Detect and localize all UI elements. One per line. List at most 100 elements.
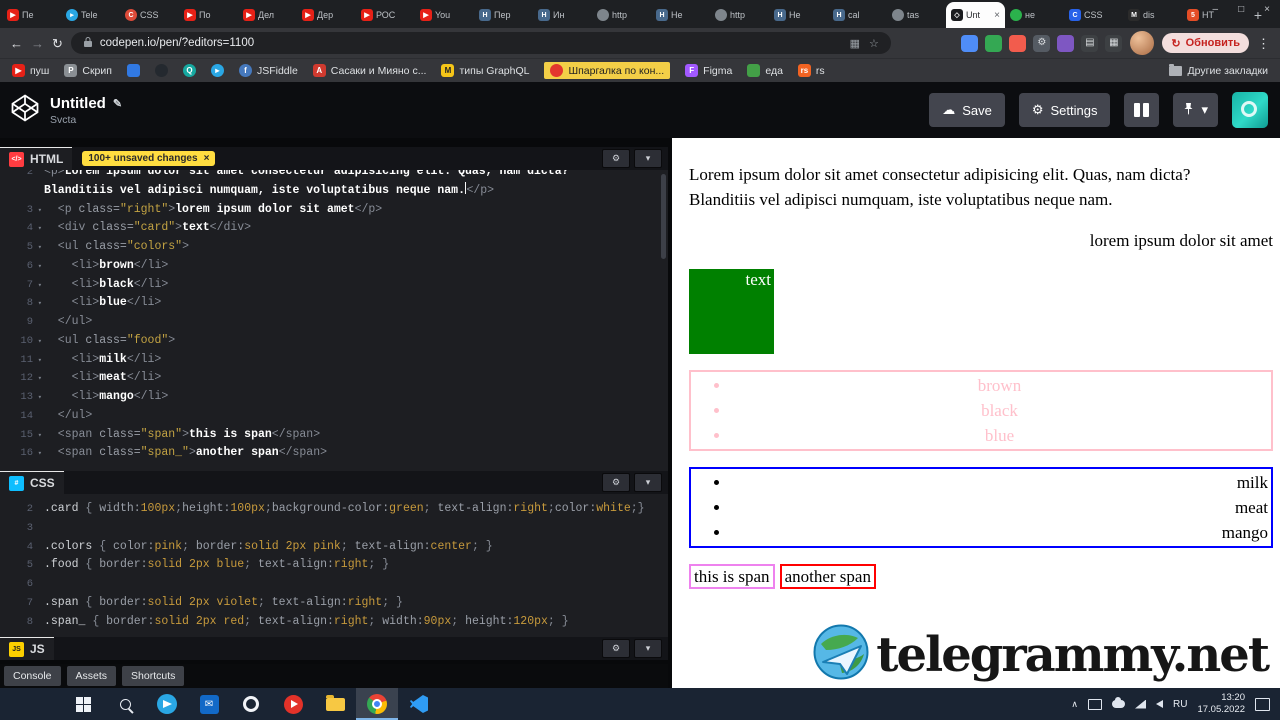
- browser-tab[interactable]: http: [710, 2, 769, 28]
- forward-icon[interactable]: →: [31, 37, 44, 50]
- code-line[interactable]: 3: [0, 519, 668, 538]
- code-line[interactable]: 2 .card { width:100px;height:100px;backgr…: [0, 500, 668, 519]
- bookmark-star-icon[interactable]: ☆: [869, 37, 879, 50]
- extension-icon[interactable]: ▦: [1105, 34, 1123, 52]
- css-editor-settings-icon[interactable]: ⚙: [602, 473, 630, 492]
- html-editor-tab[interactable]: </> HTML: [0, 147, 73, 170]
- edit-title-icon[interactable]: ✎: [113, 97, 122, 110]
- bookmark-item[interactable]: f JSFiddle: [238, 64, 298, 77]
- code-line[interactable]: 7 .span { border:solid 2px violet; text-a…: [0, 594, 668, 613]
- js-editor-settings-icon[interactable]: ⚙: [602, 639, 630, 658]
- codepen-logo[interactable]: [10, 93, 40, 128]
- code-line[interactable]: 9 </ul>: [0, 313, 668, 332]
- unsaved-changes-badge[interactable]: 100+ unsaved changes ×: [82, 151, 216, 166]
- bookmark-item[interactable]: F Figma: [685, 64, 732, 77]
- js-editor-collapse-icon[interactable]: ▾: [634, 639, 662, 658]
- menu-kebab-icon[interactable]: ⋮: [1257, 37, 1270, 50]
- taskbar-chrome[interactable]: [356, 688, 398, 720]
- save-button[interactable]: ☁ Save: [929, 93, 1005, 127]
- extension-icon[interactable]: [1057, 34, 1075, 52]
- code-line[interactable]: 11 <li>milk</li>: [0, 351, 668, 370]
- extension-icon[interactable]: [1009, 34, 1027, 52]
- code-line[interactable]: 5 <ul class="colors">: [0, 238, 668, 258]
- browser-tab[interactable]: tas: [887, 2, 946, 28]
- volume-tray-icon[interactable]: [1156, 700, 1163, 708]
- badge-close-icon[interactable]: ×: [204, 153, 210, 164]
- browser-tab[interactable]: ▶ Пе: [2, 2, 61, 28]
- browser-tab[interactable]: H Пер: [474, 2, 533, 28]
- browser-tab[interactable]: H Не: [769, 2, 828, 28]
- browser-tab[interactable]: Hcal: [828, 2, 887, 28]
- update-chrome-button[interactable]: ↻ Обновить: [1162, 33, 1249, 53]
- code-line[interactable]: 8 .span_ { border:solid 2px red; text-ali…: [0, 613, 668, 632]
- html-editor-scrollbar[interactable]: [661, 174, 666, 464]
- language-indicator[interactable]: RU: [1173, 699, 1187, 710]
- taskbar-app[interactable]: [230, 688, 272, 720]
- pin-button[interactable]: ▾: [1173, 93, 1218, 127]
- minimize-icon[interactable]: –: [1213, 4, 1219, 15]
- user-avatar[interactable]: [1232, 92, 1268, 128]
- bookmark-item[interactable]: [154, 64, 168, 77]
- settings-button[interactable]: ⚙ Settings: [1018, 93, 1111, 127]
- browser-tab[interactable]: http: [592, 2, 651, 28]
- bookmark-item[interactable]: A Сасаки и Мияно с...: [312, 64, 426, 77]
- tray-expand-icon[interactable]: ∧: [1071, 699, 1078, 710]
- browser-tab[interactable]: C CSS: [120, 2, 179, 28]
- close-icon[interactable]: ×: [1264, 4, 1270, 15]
- browser-tab[interactable]: H Ин: [533, 2, 592, 28]
- code-line[interactable]: 6 <li>brown</li>: [0, 257, 668, 277]
- code-line[interactable]: 6: [0, 575, 668, 594]
- network-tray-icon[interactable]: [1135, 699, 1146, 709]
- html-editor-settings-icon[interactable]: ⚙: [602, 149, 630, 168]
- code-line[interactable]: 12 <li>meat</li>: [0, 369, 668, 389]
- start-button[interactable]: [62, 688, 104, 720]
- address-bar[interactable]: codepen.io/pen/?editors=1100 ▦ ☆: [70, 32, 891, 54]
- code-line[interactable]: 8 <li>blue</li>: [0, 294, 668, 314]
- extension-icon[interactable]: [985, 34, 1003, 52]
- action-center-icon[interactable]: [1255, 697, 1270, 711]
- reload-icon[interactable]: ↻: [52, 37, 63, 50]
- media-icon[interactable]: ▦: [850, 37, 860, 50]
- assets-button[interactable]: Assets: [66, 666, 117, 686]
- bookmark-item[interactable]: P Скрип: [64, 64, 112, 77]
- taskbar-vscode[interactable]: [398, 688, 440, 720]
- css-editor-tab[interactable]: # CSS: [0, 471, 64, 494]
- search-button[interactable]: [104, 688, 146, 720]
- bookmark-item[interactable]: [126, 64, 140, 77]
- bookmark-item[interactable]: Шпаргалка по кон...: [544, 62, 671, 79]
- browser-tab[interactable]: H Не: [651, 2, 710, 28]
- maximize-icon[interactable]: □: [1238, 4, 1244, 15]
- code-line[interactable]: 5 .food { border:solid 2px blue; text-ali…: [0, 556, 668, 575]
- browser-tab[interactable]: ▶ Дер: [297, 2, 356, 28]
- bookmark-item[interactable]: rs rs: [797, 64, 825, 77]
- html-code-editor[interactable]: 2 <p>Lorem ipsum dolor sit amet consectet…: [0, 170, 668, 471]
- bookmark-item[interactable]: еда: [747, 64, 783, 77]
- code-line[interactable]: 4 <div class="card">text</div>: [0, 219, 668, 239]
- browser-tab[interactable]: ◇ Unt ×: [946, 2, 1005, 28]
- code-line[interactable]: 13 <li>mango</li>: [0, 388, 668, 408]
- code-line[interactable]: 4 .colors { color:pink; border:solid 2px …: [0, 538, 668, 557]
- code-line[interactable]: 7 <li>black</li>: [0, 276, 668, 295]
- layout-button[interactable]: [1124, 93, 1160, 127]
- browser-tab[interactable]: ▶ По: [179, 2, 238, 28]
- browser-tab[interactable]: ▶ You: [415, 2, 474, 28]
- code-line[interactable]: 14 </ul>: [0, 407, 668, 426]
- extension-icon[interactable]: [961, 34, 979, 52]
- html-editor-collapse-icon[interactable]: ▾: [634, 149, 662, 168]
- bookmark-item[interactable]: ▸: [210, 64, 224, 77]
- css-code-editor[interactable]: 2 .card { width:100px;height:100px;backgr…: [0, 494, 668, 637]
- console-button[interactable]: Console: [4, 666, 61, 686]
- shortcuts-button[interactable]: Shortcuts: [122, 666, 185, 686]
- bookmark-item[interactable]: Q: [182, 64, 196, 77]
- browser-tab[interactable]: Mdis: [1123, 2, 1182, 28]
- browser-tab[interactable]: ▸ Tele: [61, 2, 120, 28]
- code-line[interactable]: 15 <span class="span">this is span</span…: [0, 426, 668, 445]
- browser-tab[interactable]: C CSS: [1064, 2, 1123, 28]
- code-line[interactable]: 16 <span class="span_">another span</spa…: [0, 444, 668, 464]
- taskbar-explorer[interactable]: [314, 688, 356, 720]
- code-line[interactable]: 10 <ul class="food">: [0, 332, 668, 352]
- bookmark-item[interactable]: ▶ пуш: [12, 64, 49, 77]
- profile-avatar[interactable]: [1130, 31, 1155, 55]
- taskbar-clock[interactable]: 13:20 17.05.2022: [1197, 692, 1245, 716]
- other-bookmarks[interactable]: Другие закладки: [1168, 63, 1268, 77]
